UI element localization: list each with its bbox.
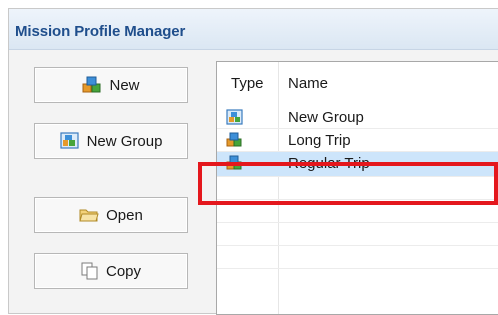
group-icon xyxy=(59,132,80,150)
mission-profile-manager-window: Mission Profile Manager New New Group Op… xyxy=(8,8,498,315)
table-row[interactable]: Long Trip xyxy=(217,129,498,152)
folder-icon xyxy=(79,207,99,223)
open-button[interactable]: Open xyxy=(34,197,188,233)
table-row[interactable] xyxy=(217,246,498,269)
mission-icon xyxy=(82,76,102,94)
copy-icon xyxy=(81,262,99,280)
table-row[interactable] xyxy=(217,223,498,246)
table-row[interactable] xyxy=(217,200,498,223)
new-button[interactable]: New xyxy=(34,67,188,103)
row-name: Regular Trip xyxy=(288,155,370,172)
column-header-type[interactable]: Type xyxy=(231,75,264,92)
copy-button-label: Copy xyxy=(105,262,142,280)
mission-icon xyxy=(226,155,243,176)
new-group-button-label: New Group xyxy=(86,132,163,150)
open-button-label: Open xyxy=(106,206,143,224)
mission-icon xyxy=(226,132,243,153)
row-name: New Group xyxy=(288,109,364,126)
new-button-label: New xyxy=(109,76,140,94)
copy-button[interactable]: Copy xyxy=(34,253,188,289)
table-row-selected[interactable]: Regular Trip xyxy=(217,152,498,177)
column-header-name[interactable]: Name xyxy=(288,75,328,92)
new-group-button[interactable]: New Group xyxy=(34,123,188,159)
group-icon xyxy=(226,109,243,130)
window-title: Mission Profile Manager xyxy=(15,23,186,40)
title-bar: Mission Profile Manager xyxy=(9,9,498,50)
table-row[interactable]: New Group xyxy=(217,106,498,129)
row-name: Long Trip xyxy=(288,132,351,149)
mission-profile-table[interactable]: Type Name New Group Long Trip Regular Tr… xyxy=(216,61,498,315)
table-header: Type Name xyxy=(217,62,498,106)
table-row[interactable] xyxy=(217,177,498,200)
